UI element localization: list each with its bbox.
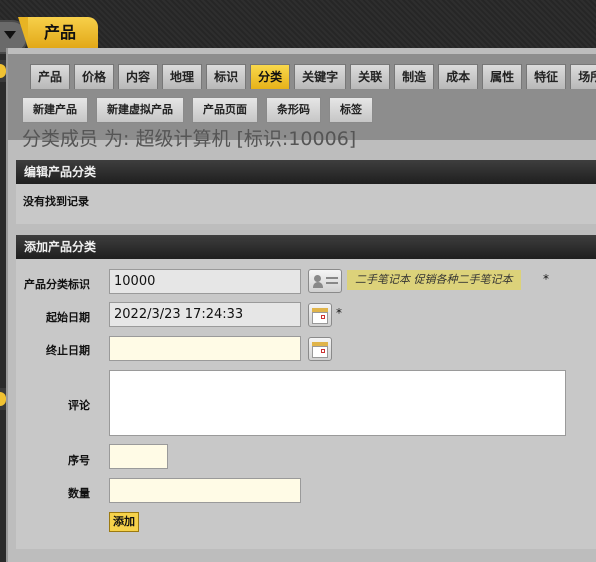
sequence-label: 序号: [68, 454, 90, 467]
from-date-calendar-button[interactable]: [308, 303, 332, 327]
tab-cost[interactable]: 成本: [438, 64, 479, 89]
tags-button[interactable]: 标签: [329, 97, 373, 123]
add-button[interactable]: 添加: [109, 512, 139, 532]
product-page-button[interactable]: 产品页面: [192, 97, 258, 123]
comments-textarea[interactable]: [109, 370, 566, 436]
required-marker: *: [336, 306, 342, 320]
from-date-label: 起始日期: [46, 311, 90, 324]
category-id-label: 产品分类标识: [24, 278, 90, 291]
tab-keyword[interactable]: 关键字: [294, 64, 347, 89]
tab-content[interactable]: 内容: [118, 64, 159, 89]
tab-manufacturing[interactable]: 制造: [394, 64, 435, 89]
tab-facility[interactable]: 场所: [570, 64, 596, 89]
top-header: 产品: [0, 0, 596, 54]
tab-product[interactable]: 产品: [30, 64, 71, 89]
empty-records-text: 没有找到记录: [23, 195, 89, 208]
tab-id[interactable]: 标识: [206, 64, 247, 89]
tab-feature[interactable]: 特征: [526, 64, 567, 89]
thru-date-label: 终止日期: [46, 344, 90, 357]
tab-attribute[interactable]: 属性: [482, 64, 523, 89]
page-title: 分类成员 为: 超级计算机 [标识:10006]: [22, 128, 357, 150]
action-buttons: 新建产品 新建虚拟产品 产品页面 条形码 标签: [22, 97, 373, 123]
add-section-header: 添加产品分类: [16, 235, 596, 259]
required-marker: *: [543, 272, 549, 286]
tab-category[interactable]: 分类: [250, 64, 291, 89]
edit-section-header: 编辑产品分类: [16, 160, 596, 184]
new-virtual-product-button[interactable]: 新建虚拟产品: [96, 97, 184, 123]
new-product-button[interactable]: 新建产品: [22, 97, 88, 123]
edit-section-body: [16, 184, 596, 224]
tab-price[interactable]: 价格: [74, 64, 115, 89]
thru-date-calendar-button[interactable]: [308, 337, 332, 361]
chevron-down-icon: [4, 31, 16, 39]
tab-geo[interactable]: 地理: [162, 64, 203, 89]
category-id-input[interactable]: 10000: [109, 269, 301, 294]
barcode-button[interactable]: 条形码: [266, 97, 321, 123]
contact-card-icon: [314, 275, 321, 282]
app-title-tab[interactable]: 产品: [18, 17, 98, 48]
tab-association[interactable]: 关联: [350, 64, 391, 89]
from-date-input[interactable]: 2022/3/23 17:24:33: [109, 302, 301, 327]
category-hint: 二手笔记本 促销各种二手笔记本: [347, 270, 521, 290]
quantity-label: 数量: [68, 487, 90, 500]
comments-label: 评论: [68, 399, 90, 412]
quantity-input[interactable]: [109, 478, 301, 503]
lookup-button[interactable]: [308, 269, 342, 293]
thru-date-input[interactable]: [109, 336, 301, 361]
sequence-input[interactable]: [109, 444, 168, 469]
tab-bar: 产品 价格 内容 地理 标识 分类 关键字 关联 制造 成本 属性 特征 场所: [30, 64, 596, 89]
